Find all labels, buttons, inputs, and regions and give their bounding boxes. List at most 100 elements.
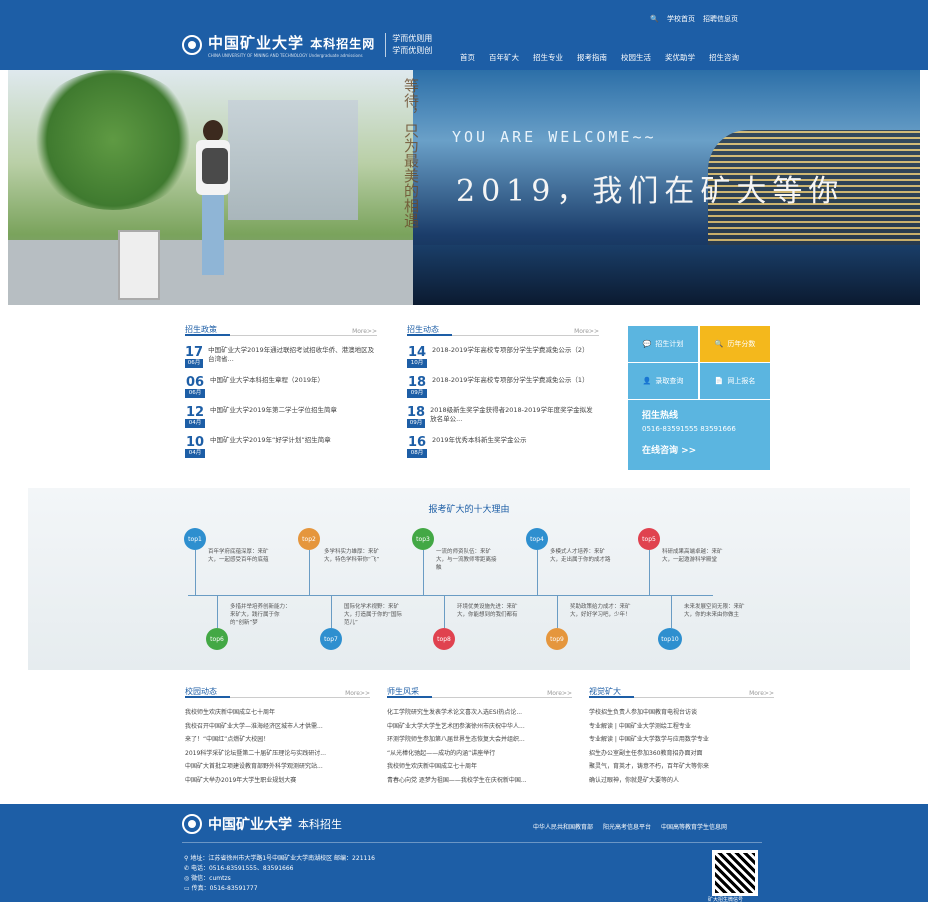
list-item[interactable]: 青春心向党 逐梦为祖国——我校学生在庆祝新中国... <box>387 774 572 788</box>
reason-badge-top10[interactable]: top10 <box>658 628 682 650</box>
footer-fax: 传真：0516-83591777 <box>191 885 258 892</box>
footer-divider <box>182 842 762 843</box>
news-item[interactable]: 10 04月 中国矿业大学2019年“好学计划”招生简章 <box>185 435 377 458</box>
list-item[interactable]: 我校师生欢庆新中国成立七十周年 <box>185 706 370 720</box>
news-month: 10月 <box>407 359 427 368</box>
list-item[interactable]: 专业解读 | 中国矿业大学测绘工程专业 <box>589 720 774 734</box>
news-item[interactable]: 16 08月 2019年优秀本科新生奖学金公示 <box>407 436 599 458</box>
reason-text: 科研成果高端卓越：来矿大，一起邀游科学殿堂 <box>662 549 723 563</box>
news-day: 10 <box>185 435 205 450</box>
list-item[interactable]: 确认过眼神，你就是矿大要等的人 <box>589 774 774 788</box>
list-item[interactable]: “从光棒化驰起——成功的内涵”讲座举行 <box>387 747 572 761</box>
timeline-stem <box>217 595 218 628</box>
policy-title: 招生政策 <box>185 325 217 334</box>
list-item[interactable]: 我校召开中国矿业大学—淮海经济区城市人才供需... <box>185 720 370 734</box>
logo-university-name: 中国矿业大学 <box>208 34 305 52</box>
policy-more-link[interactable]: More>> <box>352 328 377 335</box>
timeline-stem <box>537 550 538 595</box>
news-item[interactable]: 18 09月 2018-2019学年高校专项部分学生学费减免公示（1） <box>407 375 599 398</box>
news-text: 2018级新生奖学金获得者2018-2019学年度奖学金拟发放名单公... <box>430 406 593 423</box>
fax-icon: ▭ <box>184 885 190 892</box>
list-item[interactable]: 来了！“中国红”点燃矿大校园！ <box>185 733 370 747</box>
news-item[interactable]: 18 09月 2018级新生奖学金获得者2018-2019学年度奖学金拟发放名单公.… <box>407 406 599 428</box>
list-item[interactable]: 中国矿业大学大学生艺术团参演徐州市庆祝中华人... <box>387 720 572 734</box>
reason-text: 奖助政策给力成才：来矿大，好好学习吧，少年！ <box>570 604 631 618</box>
timeline-stem <box>309 550 310 595</box>
list-item[interactable]: 化工学院研究生发表学术论文喜次入选ESI热点论... <box>387 706 572 720</box>
student-figure <box>188 120 238 300</box>
news-item[interactable]: 06 06月 中国矿业大学本科招生章程（2019年） <box>185 376 377 398</box>
reason-badge-top7[interactable]: top7 <box>320 628 342 650</box>
news-item[interactable]: 12 04月 中国矿业大学2019年第二学士学位招生简章 <box>185 406 377 428</box>
news-month: 06月 <box>185 359 204 368</box>
search-icon: 🔍 <box>714 340 724 348</box>
tile-admission-plan[interactable]: 💬 招生计划 <box>628 326 698 362</box>
news-text: 中国矿业大学本科招生章程（2019年） <box>210 376 325 384</box>
news-item[interactable]: 14 10月 2018-2019学年高校专项部分学生学费减免公示（2） <box>407 346 599 368</box>
news-month: 08月 <box>407 449 427 458</box>
campus-news-more-link[interactable]: More>> <box>345 690 370 697</box>
wechat-icon: ◎ <box>184 875 190 882</box>
list-item[interactable]: 环测学院师生参加第八届世界生态恢复大会并组织... <box>387 733 572 747</box>
list-item[interactable]: 中国矿大举办2019年大学生职业规划大赛 <box>185 774 370 788</box>
reason-badge-top1[interactable]: top1 <box>184 528 206 550</box>
list-item[interactable]: 招生办公室副主任参加360教育招办面对面 <box>589 747 774 761</box>
nav-campus-life[interactable]: 校园生活 <box>621 52 651 63</box>
footer-link-gaokao[interactable]: 阳光高考信息平台 <box>603 822 651 831</box>
news-item[interactable]: 17 06月 中国矿业大学2019年通过联招考试招收华侨、港澳地区及台湾省... <box>185 346 377 368</box>
search-icon[interactable]: 🔍 <box>650 15 659 23</box>
footer-logo-suffix: 本科招生 <box>298 818 342 831</box>
nav-guide[interactable]: 报考指南 <box>577 52 607 63</box>
reason-badge-top3[interactable]: top3 <box>412 528 434 550</box>
lake-graphic <box>413 245 920 305</box>
motto-line-1: 学而优则用 <box>392 34 433 43</box>
banner-slogan: 2019，我们在矿大等你 <box>456 174 845 209</box>
list-item[interactable]: 我校师生欢庆新中国成立七十周年 <box>387 760 572 774</box>
banner-photo-left <box>8 70 413 305</box>
news-month: 09月 <box>407 389 427 398</box>
dynamics-more-link[interactable]: More>> <box>574 328 599 335</box>
nav-home[interactable]: 首页 <box>460 52 475 63</box>
phone-icon: ✆ <box>184 865 190 872</box>
nav-history[interactable]: 百年矿大 <box>489 52 519 63</box>
tile-online-signup[interactable]: 📄 网上报名 <box>700 363 770 399</box>
footer-address: 地址：江苏省徐州市大学路1号中国矿业大学南湖校区 邮编：221116 <box>190 855 375 862</box>
hero-banner[interactable]: 等待，只为最美的相遇 YOU ARE WELCOME~~ 2019，我们在矿大等… <box>8 70 920 305</box>
list-item[interactable]: 中国矿大首批立项建设教育部野外科学观测研究站... <box>185 760 370 774</box>
top-link-recruit[interactable]: 招聘信息页 <box>703 14 738 24</box>
footer-link-moe[interactable]: 中华人民共和国教育部 <box>533 822 593 831</box>
logo-english: CHINA UNIVERSITY OF MINING AND TECHNOLOG… <box>208 53 363 58</box>
style-news-more-link[interactable]: More>> <box>547 690 572 697</box>
reason-badge-top8[interactable]: top8 <box>433 628 455 650</box>
nav-majors[interactable]: 招生专业 <box>533 52 563 63</box>
reason-badge-top6[interactable]: top6 <box>206 628 228 650</box>
news-month: 04月 <box>185 419 205 428</box>
timeline-stem <box>444 595 445 628</box>
list-item[interactable]: 专业解读 | 中国矿业大学数学与应用数学专业 <box>589 733 774 747</box>
footer-link-chsi[interactable]: 中国高等教育学生信息网 <box>661 822 727 831</box>
footer-logo[interactable]: 中国矿业大学 本科招生 <box>182 814 342 834</box>
nav-consult[interactable]: 招生咨询 <box>709 52 739 63</box>
list-item[interactable]: 学校招生负责人参加中国教育电视台访谈 <box>589 706 774 720</box>
news-text: 2018-2019学年高校专项部分学生学费减免公示（1） <box>432 376 589 384</box>
university-emblem-icon <box>182 814 202 834</box>
online-consult-link[interactable]: 在线咨询 >> <box>642 443 756 456</box>
tile-admission-query[interactable]: 👤 录取查询 <box>628 363 698 399</box>
list-item[interactable]: 2019科学采矿论坛暨第二十届矿压理论与实践研讨... <box>185 747 370 761</box>
reason-badge-top4[interactable]: top4 <box>526 528 548 550</box>
footer-phone: 电话：0516-83591555、83591666 <box>190 865 294 872</box>
location-icon: ⚲ <box>184 855 189 862</box>
campus-news-title: 校园动态 <box>185 687 217 696</box>
reason-badge-top2[interactable]: top2 <box>298 528 320 550</box>
tree-graphic <box>28 70 198 210</box>
nav-scholarship[interactable]: 奖优助学 <box>665 52 695 63</box>
top-link-school-home[interactable]: 学校首页 <box>667 14 695 24</box>
site-logo[interactable]: 中国矿业大学 本科招生网 CHINA UNIVERSITY OF MINING … <box>182 32 432 58</box>
news-day: 18 <box>407 375 427 390</box>
reason-badge-top9[interactable]: top9 <box>546 628 568 650</box>
list-item[interactable]: 聚灵气，育英才，铸意不朽，百年矿大等你来 <box>589 760 774 774</box>
video-news-more-link[interactable]: More>> <box>749 690 774 697</box>
style-news-section: 师生风采 More>> 化工学院研究生发表学术论文喜次入选ESI热点论... 中国… <box>387 684 572 787</box>
tile-past-scores[interactable]: 🔍 历年分数 <box>700 326 770 362</box>
reason-badge-top5[interactable]: top5 <box>638 528 660 550</box>
